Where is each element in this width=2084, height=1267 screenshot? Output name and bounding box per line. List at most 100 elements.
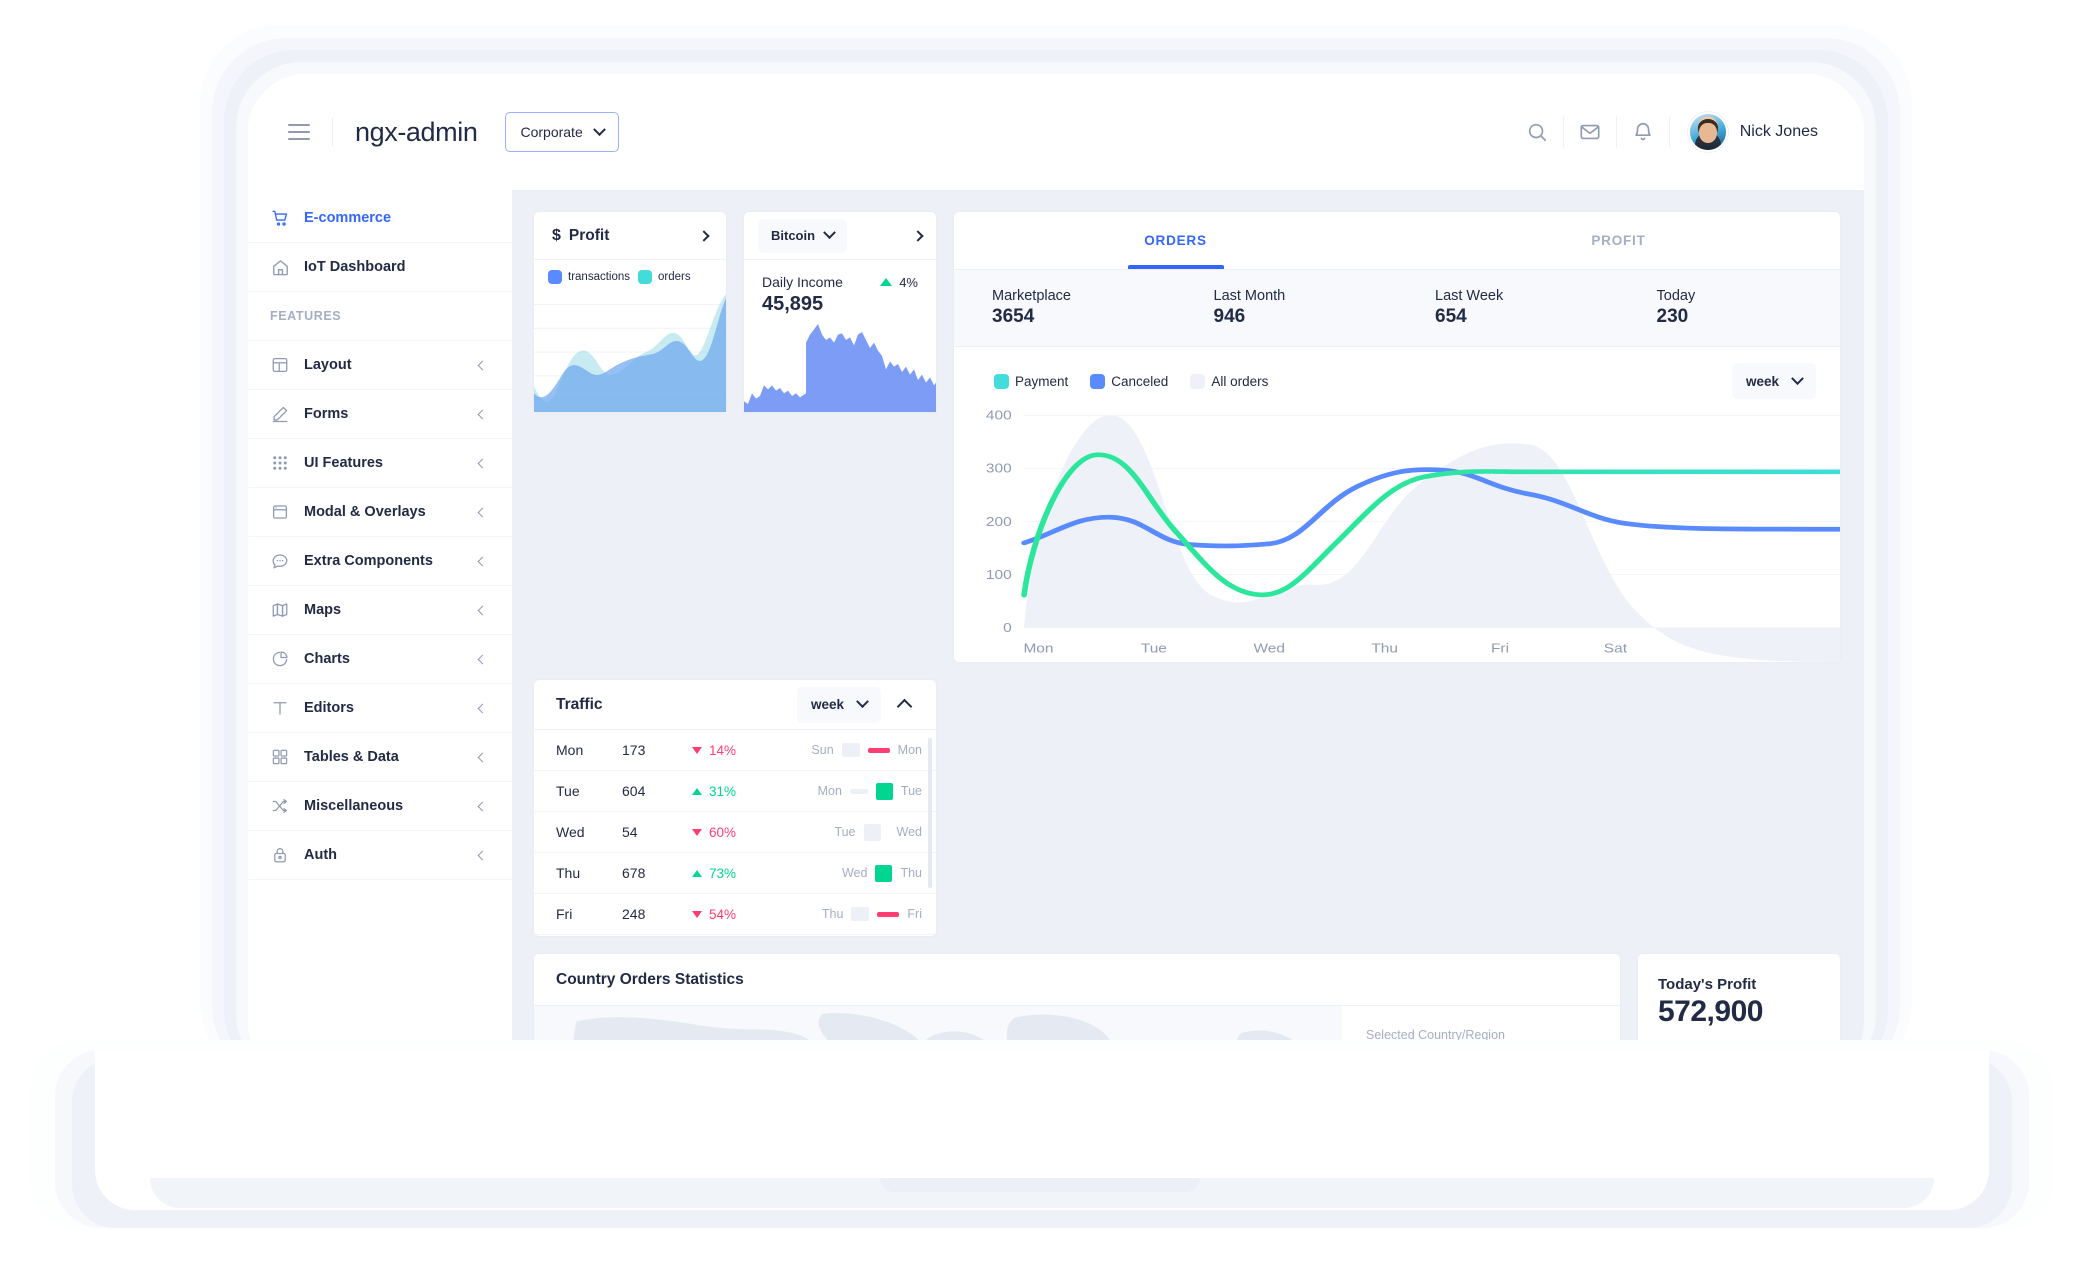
- divider: [1668, 116, 1670, 148]
- sidebar-item-editors[interactable]: Editors: [248, 684, 512, 733]
- traffic-mini-bars: Sun Mon: [811, 743, 922, 757]
- sidebar-item-extra-components[interactable]: Extra Components: [248, 537, 512, 586]
- dollar-icon: $: [552, 226, 561, 244]
- hamburger-icon[interactable]: [288, 124, 310, 140]
- sidebar-item-tables-data[interactable]: Tables & Data: [248, 733, 512, 782]
- chevron-left-icon: [477, 752, 488, 762]
- table-row[interactable]: Fri 248 54% Thu Fri: [534, 894, 936, 935]
- chevron-right-icon[interactable]: [912, 229, 924, 242]
- svg-text:Tue: Tue: [1141, 642, 1167, 656]
- table-row[interactable]: Thu 678 73% Wed Thu: [534, 853, 936, 894]
- stat-key: Today: [1656, 288, 1696, 304]
- legend-swatch: [994, 373, 1009, 389]
- stat-value: 3654: [992, 306, 1035, 327]
- orders-period-value: week: [1745, 373, 1779, 389]
- layout-icon: [270, 355, 290, 375]
- sidebar-item-forms[interactable]: Forms: [248, 390, 512, 439]
- traffic-bar-current: [877, 911, 900, 917]
- traffic-next-label: Wed: [896, 825, 922, 839]
- traffic-delta: 14%: [692, 743, 776, 758]
- table-row[interactable]: Wed 54 60% Tue Wed: [534, 812, 936, 853]
- theme-select[interactable]: Corporate: [505, 112, 619, 152]
- traffic-value: 173: [622, 742, 646, 758]
- sidebar-item-maps[interactable]: Maps: [248, 586, 512, 635]
- orders-card: ORDERS PROFIT Marketplace 3654 Last Mont…: [954, 212, 1840, 662]
- legend-swatch: [548, 270, 562, 284]
- lock-icon: [270, 845, 290, 865]
- sidebar-item-auth[interactable]: Auth: [248, 831, 512, 880]
- legend-payment[interactable]: Payment: [994, 373, 1068, 389]
- sidebar-item-label: Maps: [304, 602, 342, 618]
- traffic-bar-current: [867, 747, 890, 753]
- sidebar-item-charts[interactable]: Charts: [248, 635, 512, 684]
- profit-card-title: Profit: [568, 226, 610, 244]
- legend-canceled[interactable]: Canceled: [1090, 373, 1168, 389]
- avatar[interactable]: [1689, 114, 1726, 150]
- traffic-period-select[interactable]: week: [796, 686, 881, 723]
- delta-value: 4%: [899, 274, 918, 290]
- sidebar-item-label: Editors: [304, 700, 354, 716]
- traffic-value: 54: [622, 824, 638, 840]
- bitcoin-select-value: Bitcoin: [771, 228, 816, 243]
- laptop-lid: ngx-admin Corporate Nick Jones E-commerc…: [248, 74, 1864, 1080]
- table-row[interactable]: Tue 604 31% Mon Tue: [534, 771, 936, 812]
- sidebar-item-label: Layout: [304, 357, 352, 373]
- chevron-left-icon: [477, 507, 488, 517]
- envelope-icon[interactable]: [1564, 112, 1616, 152]
- todays-profit-title: Today's Profit: [1658, 976, 1757, 993]
- sidebar: E-commerce IoT Dashboard FEATURES Layout…: [248, 190, 512, 1080]
- daily-income-row: Daily Income 4%: [762, 274, 918, 290]
- stat-key: Last Week: [1435, 288, 1504, 304]
- sidebar-section-features: FEATURES: [248, 292, 512, 341]
- profit-mini-chart: [534, 288, 726, 412]
- stat-today: Today 230: [1619, 288, 1841, 328]
- main-content: $ Profit transactions orders Bitcoin Dai…: [512, 190, 1864, 1080]
- chat-bubble-icon: [270, 551, 290, 571]
- bell-icon[interactable]: [1617, 112, 1669, 152]
- traffic-delta: 60%: [692, 825, 776, 840]
- bitcoin-card-body: Daily Income 4% 45,895: [744, 260, 936, 316]
- sidebar-item-miscellaneous[interactable]: Miscellaneous: [248, 782, 512, 831]
- tab-profit[interactable]: PROFIT: [1397, 212, 1840, 269]
- legend-swatch: [638, 270, 653, 284]
- traffic-mini-bars: Mon Tue: [818, 782, 922, 800]
- traffic-next-label: Tue: [900, 784, 922, 798]
- header-divider: [332, 118, 333, 146]
- chevron-left-icon: [477, 654, 488, 664]
- sidebar-item-modal-overlays[interactable]: Modal & Overlays: [248, 488, 512, 537]
- svg-text:400: 400: [986, 409, 1012, 423]
- sidebar-item-iot-dashboard[interactable]: IoT Dashboard: [248, 243, 512, 292]
- legend-all-orders[interactable]: All orders: [1190, 373, 1268, 389]
- legend-orders[interactable]: orders: [638, 270, 691, 284]
- chevron-left-icon: [477, 458, 488, 468]
- svg-text:Thu: Thu: [1371, 642, 1398, 656]
- legend-transactions[interactable]: transactions: [548, 270, 630, 284]
- chevron-up-icon[interactable]: [896, 698, 913, 715]
- stat-marketplace: Marketplace 3654: [954, 288, 1176, 328]
- traffic-bar-prev: [841, 743, 860, 757]
- daily-income-delta: 4%: [880, 275, 918, 290]
- stat-key: Marketplace: [992, 288, 1071, 304]
- bitcoin-select[interactable]: Bitcoin: [758, 218, 848, 253]
- sidebar-item-label: IoT Dashboard: [304, 259, 406, 275]
- stat-last-month: Last Month 946: [1176, 288, 1398, 328]
- chevron-right-icon[interactable]: [698, 229, 710, 242]
- search-icon[interactable]: [1511, 112, 1563, 152]
- pencil-icon: [270, 404, 290, 424]
- svg-text:200: 200: [986, 515, 1012, 529]
- sidebar-item-ui-features[interactable]: UI Features: [248, 439, 512, 488]
- chevron-left-icon: [477, 605, 488, 615]
- orders-chart-legend: Payment Canceled All orders: [994, 373, 1268, 389]
- scrollbar-thumb[interactable]: [928, 738, 932, 888]
- traffic-bar-current: [875, 782, 893, 800]
- traffic-delta: 73%: [692, 866, 776, 881]
- traffic-value: 604: [622, 783, 646, 799]
- tab-orders[interactable]: ORDERS: [954, 212, 1397, 269]
- todays-profit-value: 572,900: [1658, 995, 1763, 1028]
- legend-label: transactions: [568, 271, 631, 283]
- table-row[interactable]: Mon 173 14% Sun Mon: [534, 730, 936, 771]
- orders-period-select[interactable]: week: [1731, 363, 1816, 399]
- sidebar-item-layout[interactable]: Layout: [248, 341, 512, 390]
- triangle-down-icon: [692, 910, 702, 918]
- sidebar-item-e-commerce[interactable]: E-commerce: [248, 194, 512, 243]
